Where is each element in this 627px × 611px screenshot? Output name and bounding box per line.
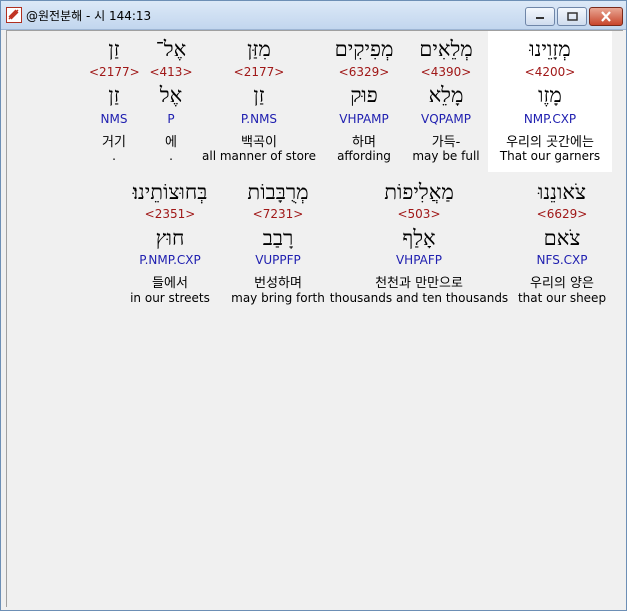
- strong-number[interactable]: <2177>: [89, 65, 140, 79]
- word-card-1[interactable]: מְזָוֵינוּ <4200> מָזֶו NMP.CXP 우리의 곳간에는…: [488, 31, 612, 172]
- morph-code: NMS: [100, 112, 128, 126]
- korean-gloss: 우리의 곳간에는: [506, 135, 594, 150]
- lemma: צֹאם: [543, 226, 581, 250]
- maximize-button[interactable]: [557, 7, 587, 26]
- english-gloss: .: [169, 149, 173, 163]
- hebrew-word: בְּחוּצוֹתֵינוּ׃: [132, 180, 208, 204]
- korean-gloss: 에: [165, 135, 177, 150]
- english-gloss: That our garners: [499, 149, 601, 163]
- english-gloss: all manner of store: [202, 149, 316, 163]
- hebrew-word: זַן: [108, 37, 120, 61]
- hebrew-word: מְלֵאִים: [419, 37, 473, 61]
- lemma: פוּק: [350, 83, 378, 107]
- lemma: אָלַף: [402, 226, 436, 250]
- strong-number[interactable]: <7231>: [228, 207, 328, 221]
- morph-code: VHPAFP: [395, 253, 443, 267]
- korean-gloss: 백곡이: [241, 135, 277, 150]
- hebrew-word: צֹאונֵנוּ: [537, 180, 586, 204]
- lemma: אֶל: [159, 83, 183, 107]
- hebrew-word: מְרֻבָּבוֹת: [247, 180, 309, 204]
- korean-gloss: 우리의 양은: [530, 276, 594, 291]
- english-gloss: may be full: [412, 149, 480, 163]
- korean-gloss: 하며: [352, 135, 376, 150]
- morph-code: VHPAMP: [339, 112, 389, 126]
- strong-number[interactable]: <2351>: [115, 207, 225, 221]
- window-title: @원전분해 - 시 144:13: [26, 9, 152, 23]
- korean-gloss: 거기: [102, 135, 126, 150]
- morph-code: VQPAMP: [421, 112, 471, 126]
- korean-gloss: 번성하며: [254, 276, 302, 291]
- app-window: @원전분해 - 시 144:13 מְזָוֵינוּ <4200> מָזֶו…: [0, 0, 627, 611]
- english-gloss: in our streets: [130, 291, 210, 305]
- hebrew-word: מִזַּן: [247, 37, 271, 61]
- lemma: חוּץ: [155, 226, 185, 250]
- hebrew-word: אֶל־: [155, 37, 187, 61]
- morph-code: P.NMS: [240, 112, 278, 126]
- lemma: זַן: [108, 83, 120, 107]
- analysis-panel[interactable]: מְזָוֵינוּ <4200> מָזֶו NMP.CXP 우리의 곳간에는…: [6, 30, 623, 607]
- english-gloss: may bring forth: [231, 291, 325, 305]
- lemma: רָבַב: [262, 226, 294, 250]
- morph-code: P.NMP.CXP: [139, 253, 201, 267]
- close-button[interactable]: [589, 7, 623, 26]
- minimize-icon: [536, 16, 544, 19]
- word-card-6[interactable]: זַן <2177> זַן NMS 거기 .: [89, 31, 140, 172]
- close-icon: [601, 11, 611, 22]
- morph-code: NMP.CXP: [523, 112, 577, 126]
- lemma: מָלֵא: [428, 83, 464, 107]
- minimize-button[interactable]: [525, 7, 555, 26]
- title-bar[interactable]: @원전분해 - 시 144:13: [1, 1, 626, 30]
- english-gloss: .: [112, 149, 116, 163]
- app-link-icon[interactable]: [6, 7, 22, 23]
- strong-number[interactable]: <6629>: [512, 207, 612, 221]
- word-card-2[interactable]: מְלֵאִים <4390> מָלֵא VQPAMP 가득- may be …: [410, 31, 482, 172]
- maximize-icon: [566, 12, 578, 21]
- hebrew-word: מַאֲלִיפוֹת: [384, 180, 454, 204]
- english-gloss: that our sheep: [517, 291, 607, 305]
- morph-code: NFS.CXP: [536, 253, 588, 267]
- english-gloss: thousands and ten thousands: [329, 291, 509, 305]
- korean-gloss: 가득-: [431, 135, 461, 150]
- morph-code: VUPPFP: [255, 253, 301, 267]
- word-card-8[interactable]: מַאֲלִיפוֹת <503> אָלַף VHPAFP 천천과 만만으로 …: [329, 174, 509, 315]
- word-card-10[interactable]: בְּחוּצוֹתֵינוּ׃ <2351> חוּץ P.NMP.CXP 들…: [115, 174, 225, 315]
- strong-number[interactable]: <413>: [147, 65, 195, 79]
- word-card-3[interactable]: מְפִיקִים <6329> פוּק VHPAMP 하며 affordin…: [327, 31, 401, 172]
- hebrew-word: מְזָוֵינוּ: [529, 37, 571, 61]
- morph-code: P: [167, 112, 175, 126]
- hebrew-word: מְפִיקִים: [334, 37, 394, 61]
- korean-gloss: 들에서: [152, 276, 188, 291]
- lemma: זַן: [253, 83, 265, 107]
- word-card-7[interactable]: צֹאונֵנוּ <6629> צֹאם NFS.CXP 우리의 양은 tha…: [512, 174, 612, 315]
- strong-number[interactable]: <6329>: [327, 65, 401, 79]
- word-card-5[interactable]: אֶל־ <413> אֶל P 에 .: [147, 31, 195, 172]
- word-card-9[interactable]: מְרֻבָּבוֹת <7231> רָבַב VUPPFP 번성하며 may…: [228, 174, 328, 315]
- lemma: מָזֶו: [538, 83, 562, 107]
- english-gloss: affording: [337, 149, 391, 163]
- korean-gloss: 천천과 만만으로: [375, 276, 463, 291]
- strong-number[interactable]: <2177>: [202, 65, 316, 79]
- strong-number[interactable]: <4390>: [410, 65, 482, 79]
- strong-number[interactable]: <4200>: [488, 65, 612, 79]
- word-card-4[interactable]: מִזַּן <2177> זַן P.NMS 백곡이 all manner o…: [202, 31, 316, 172]
- strong-number[interactable]: <503>: [329, 207, 509, 221]
